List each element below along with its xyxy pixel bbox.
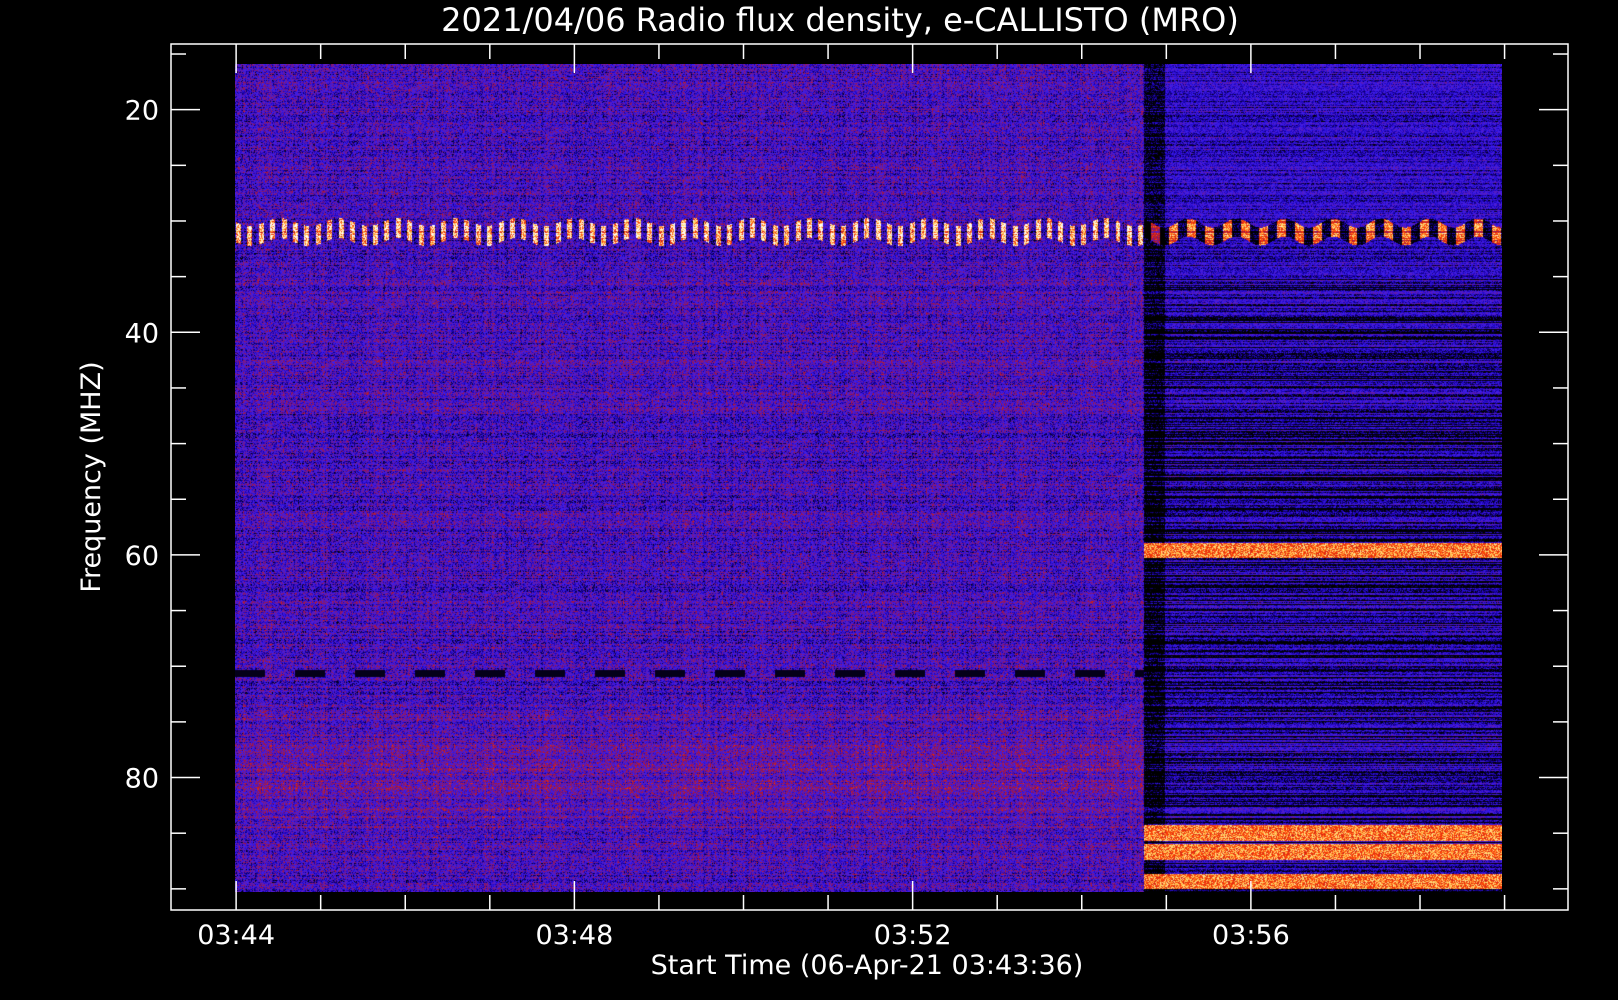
- y-axis-label: Frequency (MHZ): [76, 361, 107, 592]
- chart-title: 2021/04/06 Radio flux density, e-CALLIST…: [441, 1, 1239, 39]
- spectrogram-heatmap: [235, 64, 1502, 892]
- x-tick-label: 03:48: [535, 920, 613, 951]
- x-tick-label: 03:56: [1212, 920, 1290, 951]
- y-tick-label: 60: [125, 541, 159, 572]
- y-tick-label: 40: [125, 318, 159, 349]
- x-axis-label: Start Time (06-Apr-21 03:43:36): [651, 950, 1084, 981]
- spectrogram-chart: 2021/04/06 Radio flux density, e-CALLIST…: [76, 1, 1569, 981]
- x-tick-label: 03:44: [197, 920, 275, 951]
- y-tick-label: 80: [125, 764, 159, 795]
- y-tick-label: 20: [125, 96, 159, 127]
- x-tick-label: 03:52: [874, 920, 952, 951]
